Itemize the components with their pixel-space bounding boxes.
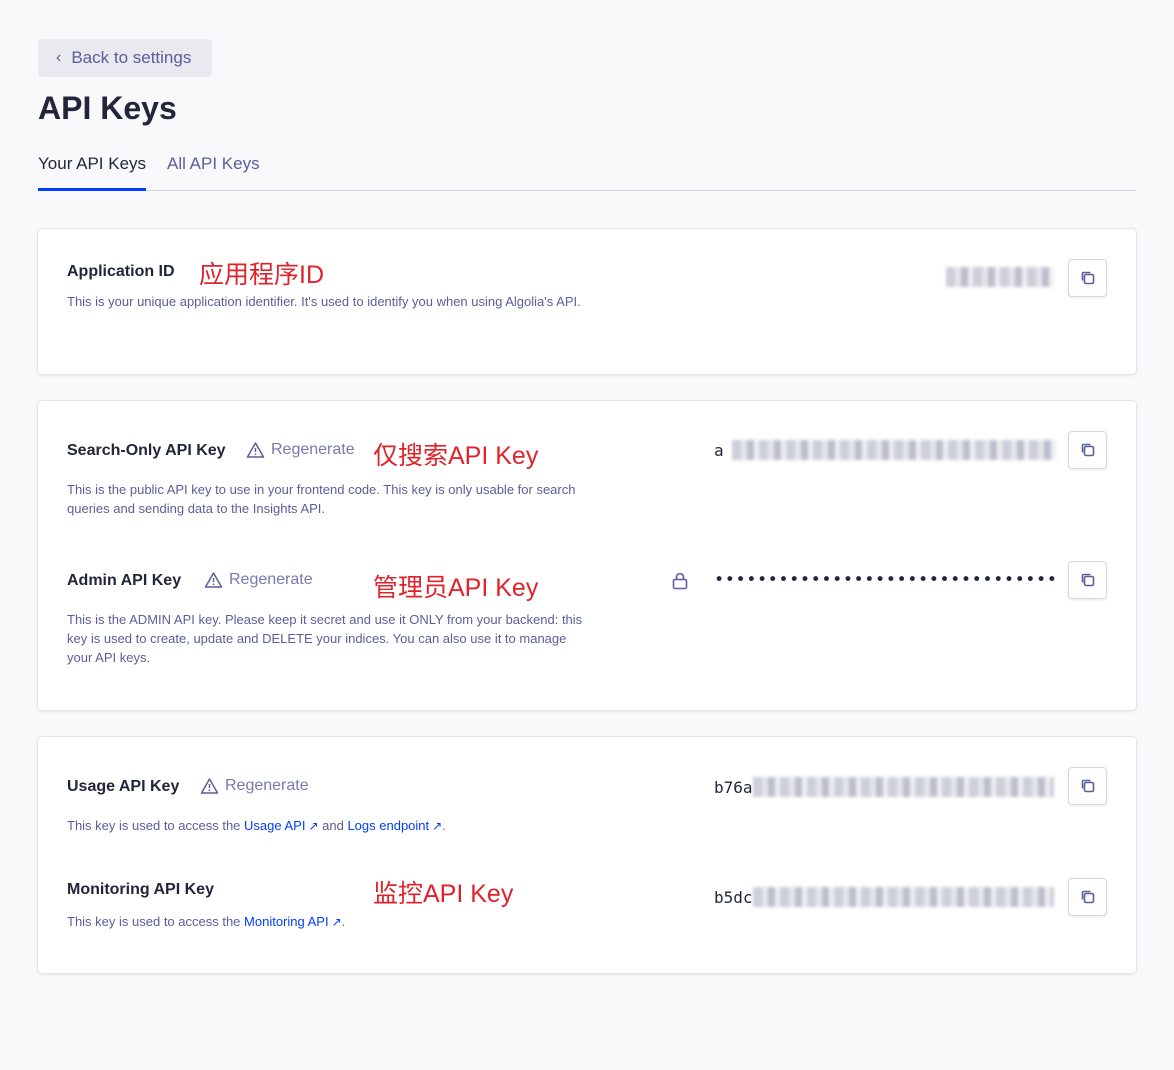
tab-your-api-keys[interactable]: Your API Keys (38, 154, 147, 191)
tab-all-api-keys[interactable]: All API Keys (167, 154, 260, 188)
usage-api-link-label: Usage API (244, 818, 306, 833)
application-id-card: Application ID 应用程序ID This is your uniqu… (38, 229, 1136, 374)
warning-icon (204, 572, 223, 588)
regenerate-search-key-button[interactable]: Regenerate (246, 441, 355, 459)
copy-search-only-key-button[interactable] (1068, 431, 1107, 469)
back-to-settings-button[interactable]: ‹ Back to settings (38, 39, 212, 77)
redacted-value (752, 887, 1054, 907)
logs-endpoint-link-label: Logs endpoint (347, 818, 430, 833)
copy-icon (1081, 890, 1094, 904)
monitoring-key-prefix: b5dc (714, 887, 753, 907)
regenerate-label: Regenerate (271, 441, 355, 458)
usage-key-description: This key is used to access the Usage API… (67, 816, 667, 836)
admin-key-title: Admin API Key (67, 572, 182, 589)
monitoring-desc-text: This key is used to access the (67, 914, 245, 929)
external-link-icon: ↗ (308, 819, 319, 833)
copy-icon (1081, 443, 1094, 457)
monitoring-api-link-label: Monitoring API (244, 914, 329, 929)
regenerate-label: Regenerate (229, 571, 313, 588)
copy-icon (1081, 271, 1094, 285)
regenerate-label: Regenerate (225, 777, 309, 794)
usage-key-value: b76a (714, 777, 1054, 797)
usage-desc-text-middle: and (318, 818, 348, 833)
warning-icon (246, 442, 265, 458)
search-only-key-annotation: 仅搜索API Key (373, 442, 539, 470)
admin-key-description: This is the ADMIN API key. Please keep i… (67, 612, 583, 665)
application-id-value (946, 267, 1054, 287)
usage-api-link[interactable]: Usage API ↗ (244, 818, 319, 833)
monitoring-desc-text-end: . (341, 914, 346, 929)
copy-icon (1081, 779, 1094, 793)
external-link-icon: ↗ (331, 915, 342, 929)
search-key-prefix: a (714, 440, 724, 460)
tabs: Your API Keys All API Keys (38, 150, 1136, 191)
search-only-key-value: a (714, 440, 1056, 460)
regenerate-usage-key-button[interactable]: Regenerate (200, 777, 309, 795)
lock-icon[interactable] (671, 571, 689, 591)
redacted-value (731, 440, 1056, 460)
external-link-icon: ↗ (432, 819, 443, 833)
monitoring-key-title: Monitoring API Key (67, 881, 214, 898)
copy-admin-key-button[interactable] (1068, 561, 1107, 599)
copy-application-id-button[interactable] (1068, 259, 1107, 297)
back-label: Back to settings (71, 48, 192, 67)
usage-desc-text: This key is used to access the (67, 818, 245, 833)
search-only-key-description: This is the public API key to use in you… (67, 482, 576, 516)
usage-desc-text-end: . (442, 818, 446, 833)
copy-usage-key-button[interactable] (1068, 767, 1107, 805)
application-id-annotation: 应用程序ID (199, 261, 325, 289)
copy-monitoring-key-button[interactable] (1068, 878, 1107, 916)
usage-monitoring-keys-card: Usage API Key Regenerate This key is use… (38, 737, 1136, 973)
copy-icon (1081, 573, 1094, 587)
chevron-left-icon: ‹ (56, 49, 62, 66)
redacted-value (752, 777, 1054, 797)
usage-key-title: Usage API Key (67, 778, 180, 795)
application-id-description: This is your unique application identifi… (67, 294, 581, 309)
monitoring-api-link[interactable]: Monitoring API ↗ (244, 914, 342, 929)
admin-key-annotation: 管理员API Key (373, 574, 539, 602)
monitoring-key-annotation: 监控API Key (373, 880, 514, 908)
page-title: API Keys (38, 90, 177, 126)
admin-key-masked-value: •••••••••••••••••••••••••••••••• (714, 570, 1058, 590)
search-only-key-title: Search-Only API Key (67, 442, 226, 459)
search-admin-keys-card: Search-Only API Key Regenerate 仅搜索API Ke… (38, 401, 1136, 710)
usage-key-prefix: b76a (714, 777, 753, 797)
warning-icon (200, 778, 219, 794)
logs-endpoint-link[interactable]: Logs endpoint ↗ (347, 818, 442, 833)
monitoring-key-description: This key is used to access the Monitorin… (67, 912, 667, 932)
redacted-value (946, 267, 1054, 287)
regenerate-admin-key-button[interactable]: Regenerate (204, 571, 313, 589)
application-id-title: Application ID (67, 263, 175, 280)
monitoring-key-value: b5dc (714, 887, 1054, 907)
